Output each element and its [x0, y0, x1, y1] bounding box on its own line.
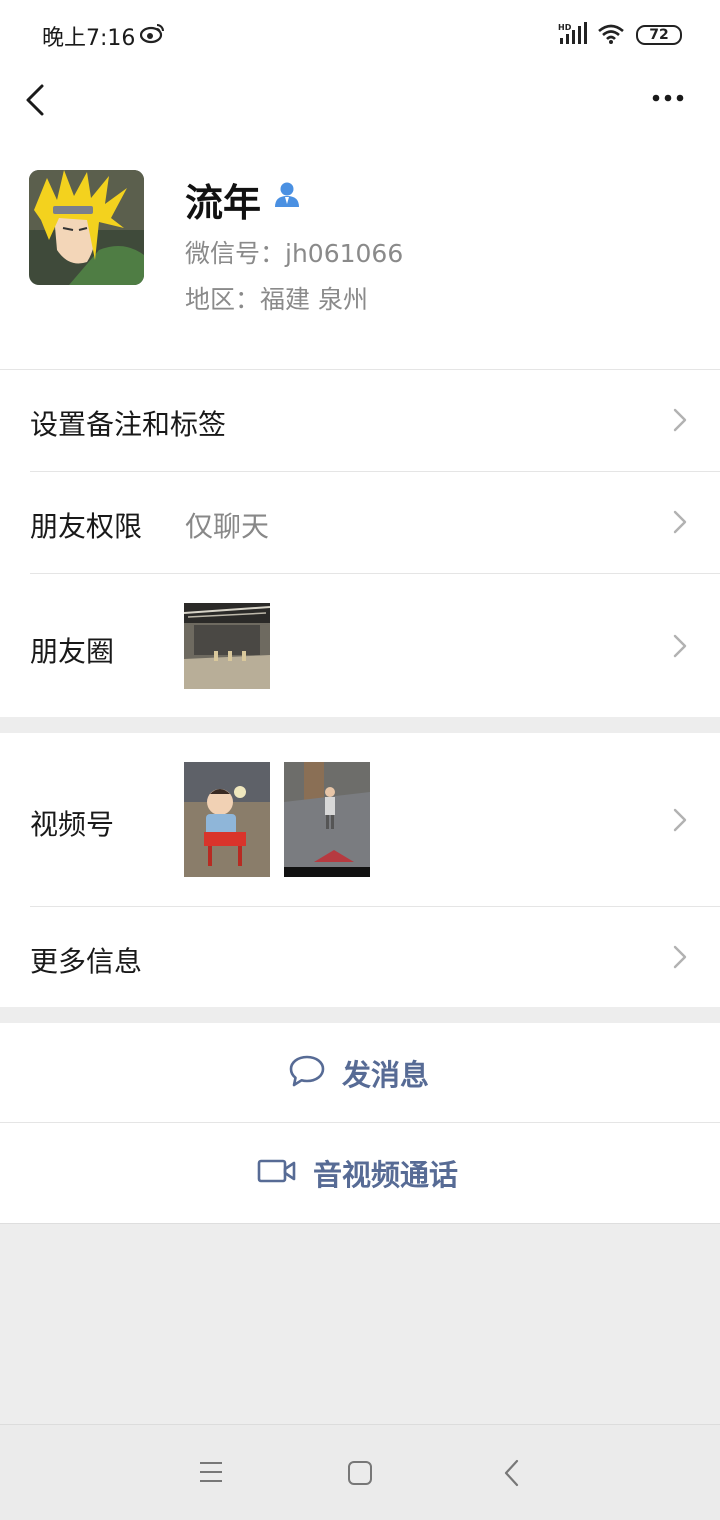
moments-label: 朋友圈: [30, 635, 115, 668]
permission-value: 仅聊天: [185, 510, 270, 543]
status-bar: 晚上7:16 HD 72: [0, 0, 720, 70]
back-icon[interactable]: [503, 1459, 521, 1491]
profile-name: 流年: [185, 181, 262, 225]
send-message-label: 发消息: [342, 1058, 430, 1092]
weibo-icon: [139, 22, 166, 48]
settings-group: 设置备注和标签 朋友权限 仅聊天 朋友圈: [0, 369, 720, 717]
avatar[interactable]: [29, 170, 144, 285]
home-icon[interactable]: [347, 1460, 373, 1490]
menu-icon[interactable]: [199, 1461, 223, 1487]
chevron-right-icon: [672, 633, 688, 663]
profile-header: 流年 微信号：jh061066 地区：福建 泉州: [0, 140, 720, 369]
video-call-button[interactable]: 音视频通话: [0, 1123, 720, 1223]
battery-icon: 72: [636, 25, 682, 45]
channels-thumbnail: [184, 762, 270, 877]
wifi-icon: [597, 24, 625, 48]
channels-row[interactable]: 视频号: [0, 733, 720, 906]
more-info-label: 更多信息: [30, 945, 143, 978]
status-time: 晚上7:16: [42, 26, 136, 51]
remark-label: 设置备注和标签: [30, 408, 227, 441]
info-group: 视频号 更多信息: [0, 733, 720, 1007]
region: 地区：福建 泉州: [185, 285, 368, 314]
channels-label: 视频号: [30, 808, 115, 841]
divider: [0, 1223, 720, 1224]
system-nav-bar: [0, 1424, 720, 1520]
top-nav: [0, 70, 720, 140]
svg-text:HD: HD: [558, 23, 572, 32]
more-dots-icon[interactable]: [650, 90, 686, 110]
moments-row[interactable]: 朋友圈: [0, 574, 720, 718]
chevron-right-icon: [672, 944, 688, 974]
chevron-right-icon: [672, 509, 688, 539]
permission-row[interactable]: 朋友权限 仅聊天: [0, 472, 720, 573]
person-icon: [272, 180, 302, 214]
video-camera-icon: [257, 1156, 297, 1190]
permission-label: 朋友权限: [30, 510, 143, 543]
send-message-button[interactable]: 发消息: [0, 1023, 720, 1123]
channels-thumbnail: [284, 762, 370, 877]
chevron-right-icon: [672, 807, 688, 837]
back-arrow-icon[interactable]: [22, 82, 48, 122]
wechat-id: 微信号：jh061066: [185, 239, 404, 268]
hd-signal-icon: HD: [558, 22, 588, 50]
video-call-label: 音视频通话: [313, 1158, 459, 1192]
chevron-right-icon: [672, 407, 688, 437]
more-info-row[interactable]: 更多信息: [0, 907, 720, 1007]
remark-row[interactable]: 设置备注和标签: [0, 370, 720, 471]
moments-thumbnail: [184, 603, 270, 689]
chat-bubble-icon: [288, 1054, 326, 1092]
